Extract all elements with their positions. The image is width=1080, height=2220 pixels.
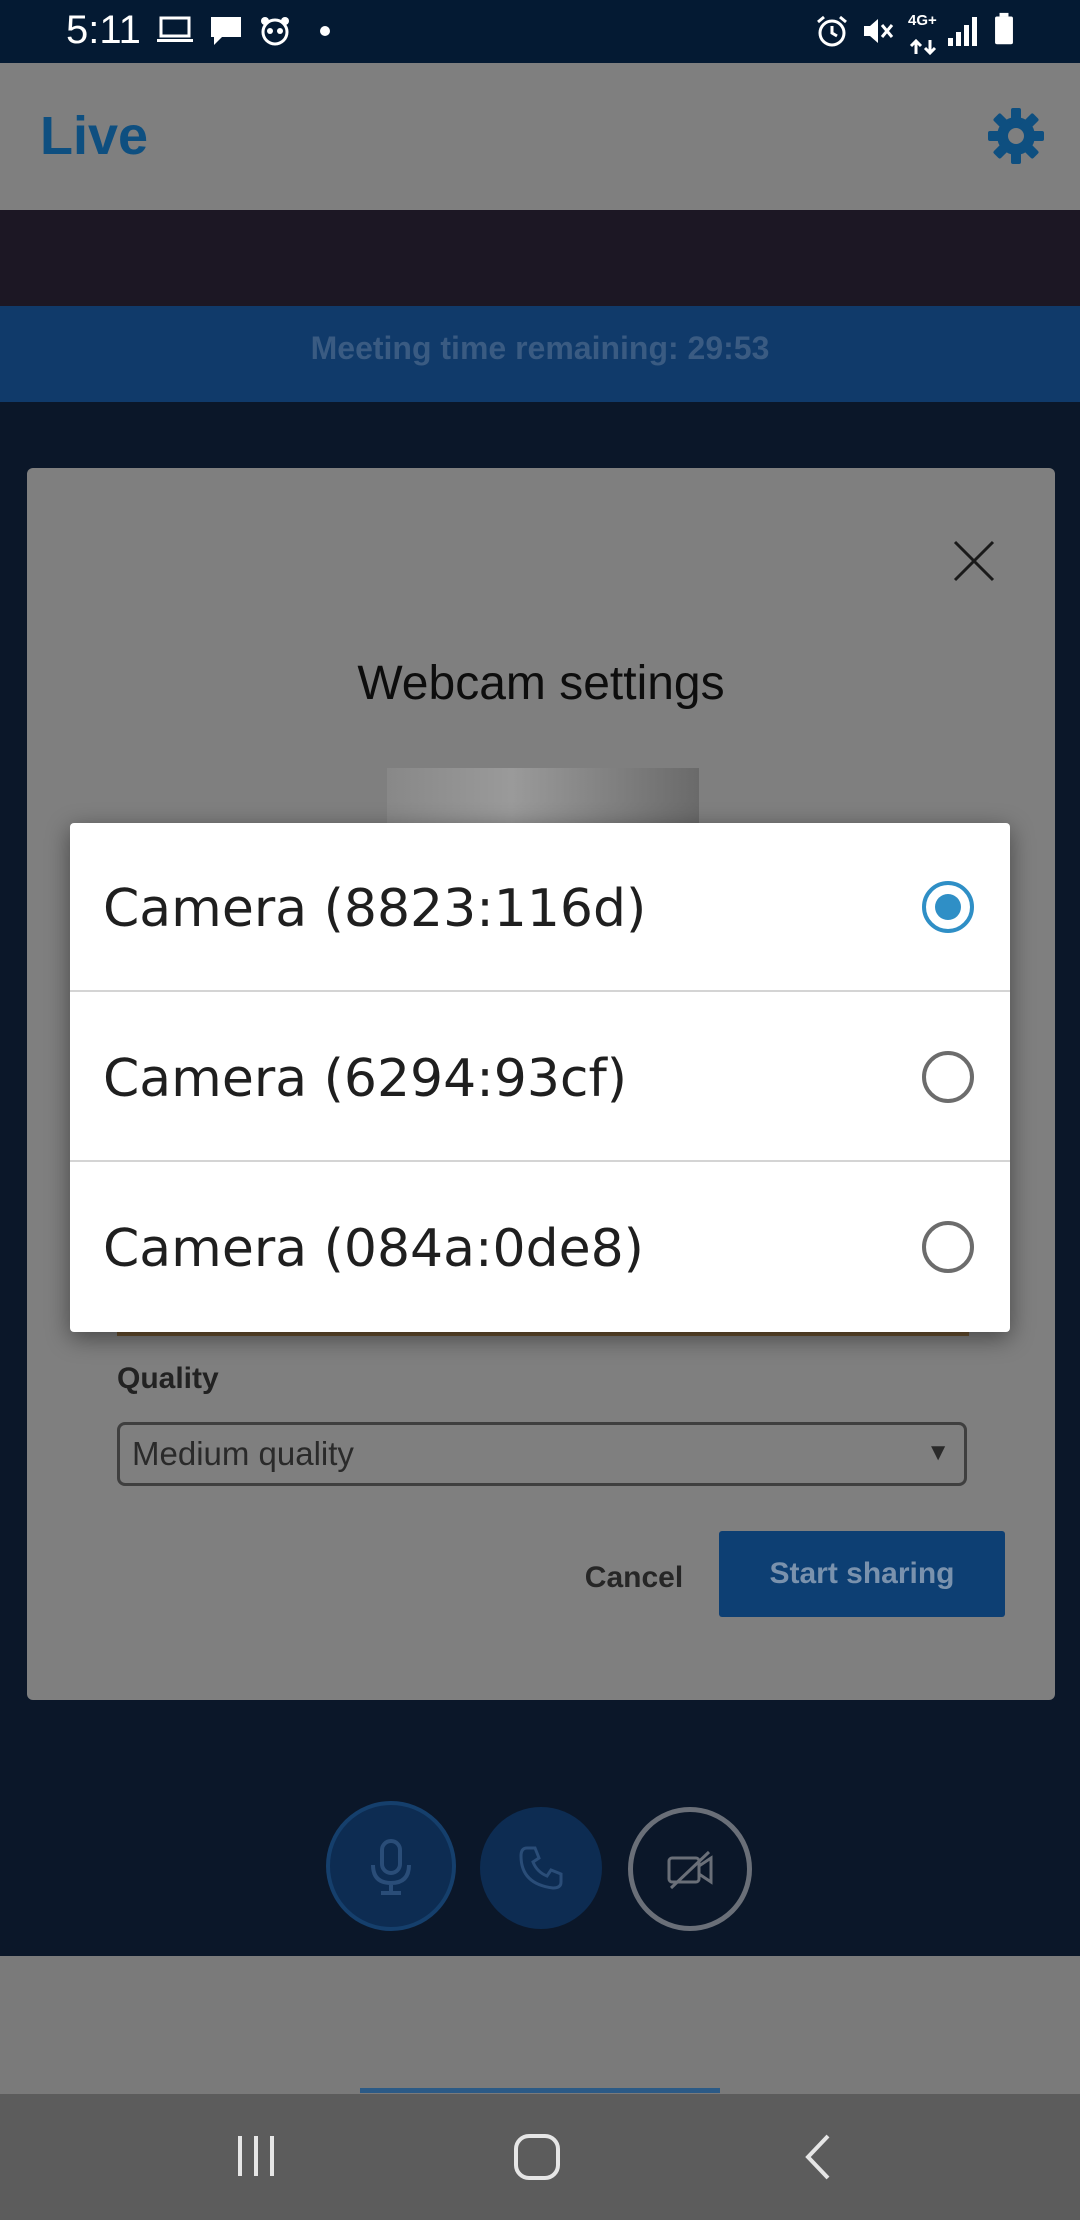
radio-unselected-icon[interactable] bbox=[922, 1221, 974, 1273]
status-bar: 5:11 4G+ bbox=[0, 0, 1080, 63]
camera-off-icon bbox=[667, 1850, 713, 1890]
camera-option-label: Camera (084a:0de8) bbox=[103, 1219, 644, 1279]
phone-icon bbox=[519, 1846, 563, 1890]
app-header: Live bbox=[0, 63, 1080, 210]
chevron-down-icon: ▼ bbox=[926, 1439, 950, 1466]
cancel-button[interactable]: Cancel bbox=[539, 1548, 729, 1608]
panda-icon bbox=[261, 17, 289, 46]
close-icon[interactable] bbox=[939, 526, 1009, 596]
microphone-icon bbox=[371, 1839, 411, 1895]
scroll-indicator bbox=[360, 2088, 720, 2093]
home-icon[interactable] bbox=[512, 2132, 562, 2182]
notification-dot-icon bbox=[320, 26, 330, 36]
alarm-icon bbox=[817, 15, 847, 47]
footer-area bbox=[0, 1956, 1080, 2094]
data-arrows-icon bbox=[909, 38, 937, 56]
quality-select-value: Medium quality bbox=[132, 1435, 354, 1472]
camera-option-label: Camera (6294:93cf) bbox=[103, 1049, 628, 1109]
radio-unselected-icon[interactable] bbox=[922, 1051, 974, 1103]
camera-option[interactable]: Camera (084a:0de8) bbox=[70, 1163, 1010, 1332]
app-title: Live bbox=[40, 106, 149, 166]
radio-selected-icon[interactable] bbox=[922, 881, 974, 933]
status-time: 5:11 bbox=[66, 8, 141, 52]
battery-icon bbox=[995, 12, 1013, 45]
navigation-bar bbox=[0, 2094, 1080, 2220]
camera-toggle-button[interactable] bbox=[628, 1807, 752, 1931]
laptop-icon bbox=[157, 16, 193, 42]
camera-option-label: Camera (8823:116d) bbox=[103, 879, 647, 939]
camera-option[interactable]: Camera (6294:93cf) bbox=[70, 993, 1010, 1162]
hang-up-button[interactable] bbox=[480, 1807, 602, 1929]
alert-banner bbox=[0, 210, 1080, 306]
gear-icon[interactable] bbox=[986, 106, 1046, 166]
network-type-label: 4G+ bbox=[908, 12, 937, 29]
start-sharing-button[interactable]: Start sharing bbox=[719, 1531, 1005, 1617]
microphone-button[interactable] bbox=[326, 1801, 456, 1931]
camera-picker: Camera (8823:116d) Camera (6294:93cf) Ca… bbox=[70, 823, 1010, 1332]
signal-icon bbox=[948, 17, 977, 46]
quality-label: Quality bbox=[117, 1362, 219, 1395]
mute-icon bbox=[864, 19, 894, 43]
back-icon[interactable] bbox=[800, 2132, 836, 2182]
dialog-title: Webcam settings bbox=[357, 657, 725, 710]
recent-apps-icon[interactable] bbox=[232, 2132, 280, 2180]
meeting-timer-text: Meeting time remaining: 29:53 bbox=[310, 330, 770, 366]
message-icon bbox=[211, 17, 241, 45]
camera-option[interactable]: Camera (8823:116d) bbox=[70, 823, 1010, 992]
quality-select[interactable]: Medium quality ▼ bbox=[117, 1422, 967, 1486]
webcam-preview bbox=[387, 768, 699, 828]
